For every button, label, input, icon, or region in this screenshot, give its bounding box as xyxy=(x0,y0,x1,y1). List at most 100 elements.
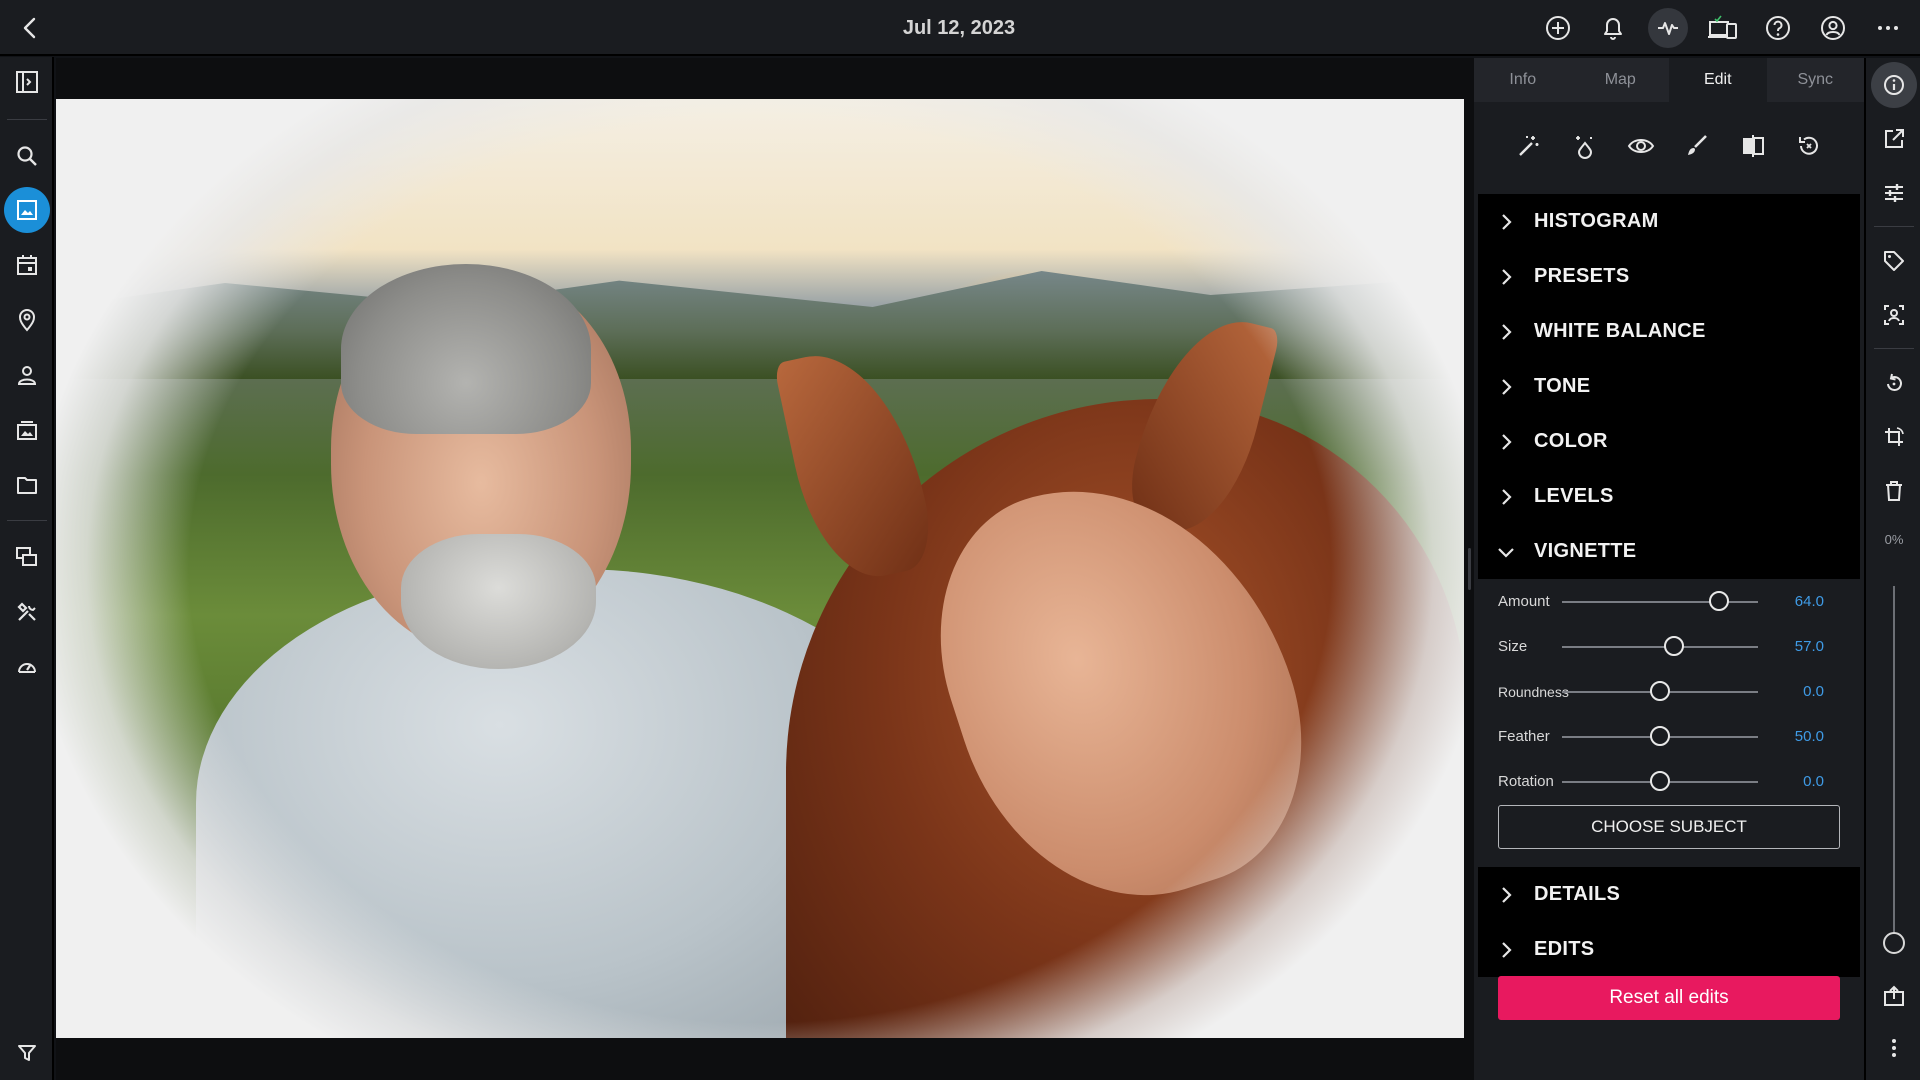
adjustments-icon[interactable] xyxy=(1871,170,1917,216)
tab-map[interactable]: Map xyxy=(1571,58,1669,102)
section-color[interactable]: COLOR xyxy=(1478,414,1860,469)
edit-sections: HISTOGRAM PRESETS WHITE BALANCE TONE COL… xyxy=(1478,194,1860,1080)
slider-knob[interactable] xyxy=(1650,725,1670,746)
slider-knob[interactable] xyxy=(1650,680,1670,701)
slider-row-rotation: Rotation 0.0 xyxy=(1478,759,1860,804)
slider-row-roundness: Roundness 0.0 xyxy=(1478,669,1860,714)
import-queue-icon[interactable] xyxy=(4,534,50,580)
left-sidebar xyxy=(0,57,54,1080)
chevron-right-icon xyxy=(1478,359,1534,414)
slider-value[interactable]: 0.0 xyxy=(1758,773,1824,790)
right-toolbar: 0% xyxy=(1864,58,1920,1080)
open-external-icon[interactable] xyxy=(1871,116,1917,162)
section-presets[interactable]: PRESETS xyxy=(1478,249,1860,304)
folder-icon[interactable] xyxy=(4,462,50,508)
info-icon[interactable] xyxy=(1871,62,1917,108)
crop-rotate-icon[interactable] xyxy=(1871,414,1917,460)
panel-tabs: Info Map Edit Sync xyxy=(1474,58,1864,102)
account-icon[interactable] xyxy=(1813,8,1853,48)
calendar-icon[interactable] xyxy=(4,242,50,288)
toggle-sidebar-icon[interactable] xyxy=(4,59,50,105)
edit-toolbar xyxy=(1474,102,1864,190)
activity-icon[interactable] xyxy=(1648,8,1688,48)
slider-knob[interactable] xyxy=(1708,590,1729,611)
chevron-right-icon xyxy=(1478,304,1534,359)
slider-knob[interactable] xyxy=(1650,770,1670,791)
slider-row-size: Size 57.0 xyxy=(1478,624,1860,669)
slider-row-feather: Feather 50.0 xyxy=(1478,714,1860,759)
people-icon[interactable] xyxy=(4,352,50,398)
tab-info[interactable]: Info xyxy=(1474,58,1572,102)
photo-canvas xyxy=(56,58,1464,1080)
face-tag-icon[interactable] xyxy=(1871,292,1917,338)
tab-edit[interactable]: Edit xyxy=(1669,58,1767,102)
slider-value[interactable]: 57.0 xyxy=(1758,638,1824,655)
section-white-balance[interactable]: WHITE BALANCE xyxy=(1478,304,1860,359)
section-label: WHITE BALANCE xyxy=(1534,320,1706,342)
feather-slider[interactable] xyxy=(1562,725,1758,746)
choose-subject-button[interactable]: CHOOSE SUBJECT xyxy=(1498,805,1840,849)
slider-value[interactable]: 64.0 xyxy=(1758,593,1824,610)
search-icon[interactable] xyxy=(4,133,50,179)
zoom-level-label: 0% xyxy=(1884,532,1904,547)
top-bar: Jul 12, 2023 xyxy=(0,0,1920,56)
size-slider[interactable] xyxy=(1562,635,1758,656)
rotate-icon[interactable] xyxy=(1871,360,1917,406)
roundness-slider[interactable] xyxy=(1562,680,1758,701)
albums-icon[interactable] xyxy=(4,407,50,453)
reset-history-icon[interactable] xyxy=(1789,126,1829,166)
divider xyxy=(7,119,47,120)
section-details[interactable]: DETAILS xyxy=(1478,867,1860,922)
help-icon[interactable] xyxy=(1758,8,1798,48)
back-arrow-icon[interactable] xyxy=(12,10,48,46)
rotation-slider[interactable] xyxy=(1562,770,1758,791)
section-label: TONE xyxy=(1534,375,1591,397)
photo-vignette-overlay xyxy=(56,99,1464,1038)
chevron-right-icon xyxy=(1478,469,1534,524)
add-circle-icon[interactable] xyxy=(1538,8,1578,48)
slider-value[interactable]: 0.0 xyxy=(1758,683,1824,700)
eye-icon[interactable] xyxy=(1621,126,1661,166)
section-edits[interactable]: EDITS xyxy=(1478,922,1860,977)
photos-icon[interactable] xyxy=(4,187,50,233)
magic-wand-icon[interactable] xyxy=(1509,126,1549,166)
vignette-controls: Amount 64.0 Size 57.0 Roundness 0.0 Feat… xyxy=(1478,579,1860,867)
auto-fix-icon[interactable] xyxy=(1565,126,1605,166)
export-icon[interactable] xyxy=(1871,973,1917,1019)
brush-icon[interactable] xyxy=(1677,126,1717,166)
resize-grip[interactable] xyxy=(1468,548,1471,590)
tab-sync[interactable]: Sync xyxy=(1766,58,1864,102)
devices-sync-icon[interactable] xyxy=(1703,8,1743,48)
section-label: VIGNETTE xyxy=(1534,540,1637,562)
photo-preview[interactable] xyxy=(56,99,1464,1038)
divider xyxy=(7,520,47,521)
panel-resize-handle[interactable] xyxy=(1464,58,1474,1080)
slider-label: Rotation xyxy=(1498,773,1554,790)
amount-slider[interactable] xyxy=(1562,590,1758,611)
zoom-slider[interactable] xyxy=(1893,586,1895,942)
trash-icon[interactable] xyxy=(1871,468,1917,514)
location-pin-icon[interactable] xyxy=(4,297,50,343)
tools-icon[interactable] xyxy=(4,589,50,635)
bell-icon[interactable] xyxy=(1593,8,1633,48)
more-vertical-icon[interactable] xyxy=(1871,1025,1917,1071)
reset-all-edits-button[interactable]: Reset all edits xyxy=(1498,976,1840,1020)
section-levels[interactable]: LEVELS xyxy=(1478,469,1860,524)
section-tone[interactable]: TONE xyxy=(1478,359,1860,414)
divider xyxy=(1874,226,1914,227)
tag-icon[interactable] xyxy=(1871,238,1917,284)
slider-label: Size xyxy=(1498,638,1528,655)
page-title: Jul 12, 2023 xyxy=(902,17,1016,39)
zoom-slider-knob[interactable] xyxy=(1883,932,1905,954)
slider-knob[interactable] xyxy=(1663,635,1684,656)
section-vignette[interactable]: VIGNETTE xyxy=(1478,524,1860,579)
more-horizontal-icon[interactable] xyxy=(1868,8,1908,48)
section-histogram[interactable]: HISTOGRAM xyxy=(1478,194,1860,249)
compare-icon[interactable] xyxy=(1733,126,1773,166)
divider xyxy=(1874,348,1914,349)
section-label: COLOR xyxy=(1534,430,1608,452)
chevron-right-icon xyxy=(1478,194,1534,249)
slider-value[interactable]: 50.0 xyxy=(1758,728,1824,745)
filter-icon[interactable] xyxy=(4,1030,50,1076)
speedometer-icon[interactable] xyxy=(4,644,50,690)
